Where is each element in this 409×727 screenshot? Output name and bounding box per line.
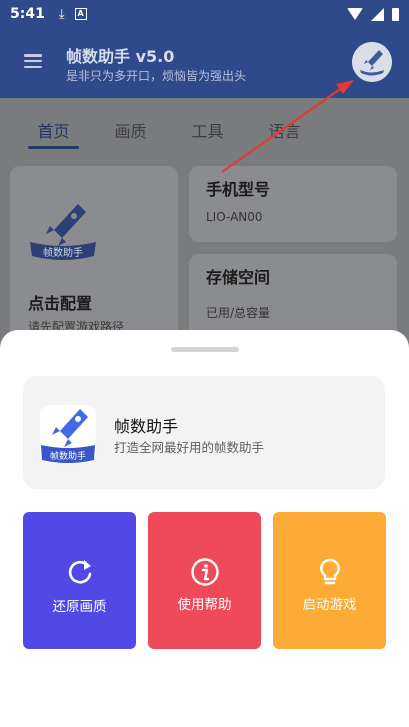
status-bar: 5:41 ⤓ A [0,0,409,28]
tab-bar: 首页 画质 工具 语言 [0,98,409,154]
notification-icon: A [74,8,87,20]
signal-icon [371,7,384,21]
tab-home[interactable]: 首页 [24,98,101,154]
storage-value: 已用/总容量 [206,306,271,320]
launch-game-label: 启动游戏 [302,597,357,613]
restore-quality-button[interactable]: 还原画质 [23,512,136,649]
rocket-logo-icon [352,42,392,82]
drag-handle[interactable] [171,347,239,352]
phone-model-card: 手机型号 LIO-AN00 [189,166,397,242]
avatar[interactable] [352,42,392,82]
phone-model-title: 手机型号 [206,180,271,199]
launch-game-button[interactable]: 启动游戏 [273,512,386,649]
help-button[interactable]: 使用帮助 [148,512,261,649]
config-title: 点击配置 [28,294,93,313]
app-info-card: 帧数助手 帧数助手 打造全网最好用的帧数助手 [23,376,385,489]
wifi-icon [347,8,363,20]
app-title: 帧数助手 v5.0 [66,47,175,66]
app-description: 打造全网最好用的帧数助手 [114,440,265,455]
phone-model-value: LIO-AN00 [206,210,263,224]
tab-quality[interactable]: 画质 [101,98,178,154]
status-icons [347,7,399,21]
status-time: 5:41 [10,6,45,22]
storage-title: 存储空间 [206,268,271,287]
app-logo-icon: 帧数助手 [40,405,96,463]
logo-text: 帧数助手 [43,246,83,259]
download-icon: ⤓ [58,6,65,22]
help-label: 使用帮助 [177,597,232,613]
app-subtitle: 是非只为多开口，烦恼皆为强出头 [66,69,247,83]
menu-icon[interactable] [24,54,42,68]
battery-icon [392,7,399,21]
rocket-logo-icon: 帧数助手 [30,204,96,260]
refresh-icon [68,560,92,584]
info-icon [191,558,219,586]
logo-text: 帧数助手 [50,450,86,462]
tab-tools[interactable]: 工具 [178,98,255,154]
app-bar: 帧数助手 v5.0 是非只为多开口，烦恼皆为强出头 [0,28,409,98]
lightbulb-icon [320,558,340,585]
restore-quality-label: 还原画质 [52,599,107,615]
app-name: 帧数助手 [114,417,179,436]
tab-language[interactable]: 语言 [255,98,332,154]
bottom-sheet: 帧数助手 帧数助手 打造全网最好用的帧数助手 还原画质 使用帮助 启动游戏 [0,330,409,727]
